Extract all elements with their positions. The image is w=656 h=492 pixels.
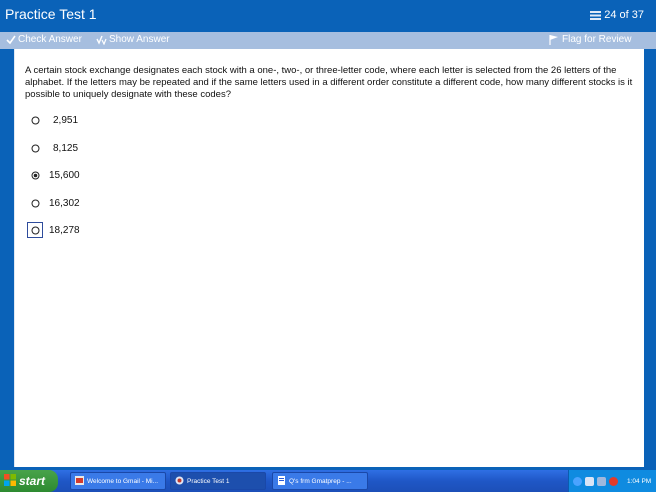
app-icon xyxy=(175,476,184,487)
question-text: A certain stock exchange designates each… xyxy=(25,65,633,100)
check-answer-label: Check Answer xyxy=(18,34,82,45)
task-label: Practice Test 1 xyxy=(187,477,230,485)
answer-choice-e[interactable]: 18,278 xyxy=(27,222,80,238)
radio-button[interactable] xyxy=(27,195,43,211)
answer-choice-a[interactable]: 2,951 xyxy=(27,112,78,128)
show-answer-label: Show Answer xyxy=(109,34,170,45)
start-label: start xyxy=(19,474,46,488)
antivirus-icon[interactable] xyxy=(609,476,618,486)
radio-button[interactable] xyxy=(27,140,43,156)
security-icon[interactable] xyxy=(597,476,606,486)
volume-icon[interactable] xyxy=(585,476,594,486)
taskbar-item-gmatprep[interactable]: Q's frm Gmatprep - ... xyxy=(272,472,368,490)
radio-button-selected[interactable] xyxy=(27,167,43,183)
choice-label: 8,125 xyxy=(53,142,79,154)
flag-for-review-button[interactable]: Flag for Review xyxy=(548,34,631,45)
windows-logo-icon xyxy=(4,473,16,489)
radio-button-focused[interactable] xyxy=(27,222,43,238)
show-answer-button[interactable]: Show Answer xyxy=(96,34,170,45)
task-label: Q's frm Gmatprep - ... xyxy=(289,477,352,485)
network-icon[interactable] xyxy=(573,476,582,486)
radio-button[interactable] xyxy=(27,112,43,128)
answer-choice-d[interactable]: 16,302 xyxy=(27,195,80,211)
progress-text: 24 of 37 xyxy=(604,9,644,21)
choice-label: 16,302 xyxy=(49,197,80,209)
windows-taskbar: start Welcome to Gmail - Mi... Practice … xyxy=(0,470,656,492)
show-answer-icon xyxy=(96,35,107,45)
toolbar: Check Answer Show Answer Flag for Review xyxy=(0,32,656,49)
question-progress: 24 of 37 xyxy=(590,9,644,21)
check-answer-button[interactable]: Check Answer xyxy=(6,34,82,45)
task-label: Welcome to Gmail - Mi... xyxy=(87,477,159,485)
title-bar: Practice Test 1 24 of 37 xyxy=(0,0,656,32)
document-icon xyxy=(277,475,286,487)
flag-for-review-label: Flag for Review xyxy=(562,34,632,45)
system-tray: 1:04 PM xyxy=(568,470,656,492)
clock: 1:04 PM xyxy=(627,477,652,485)
answer-choice-c[interactable]: 15,600 xyxy=(27,167,80,183)
start-button[interactable]: start xyxy=(0,470,58,492)
answer-choice-b[interactable]: 8,125 xyxy=(27,140,78,156)
window-title: Practice Test 1 xyxy=(5,6,97,22)
progress-icon xyxy=(590,10,602,20)
question-panel: A certain stock exchange designates each… xyxy=(14,49,644,467)
choice-label: 2,951 xyxy=(53,114,79,126)
browser-icon xyxy=(75,475,84,487)
choice-label: 18,278 xyxy=(49,224,80,236)
flag-icon xyxy=(548,34,560,45)
choice-label: 15,600 xyxy=(49,169,80,181)
taskbar-item-gmail[interactable]: Welcome to Gmail - Mi... xyxy=(70,472,166,490)
checkmark-icon xyxy=(6,35,16,45)
taskbar-item-practice-test[interactable]: Practice Test 1 xyxy=(170,472,266,490)
